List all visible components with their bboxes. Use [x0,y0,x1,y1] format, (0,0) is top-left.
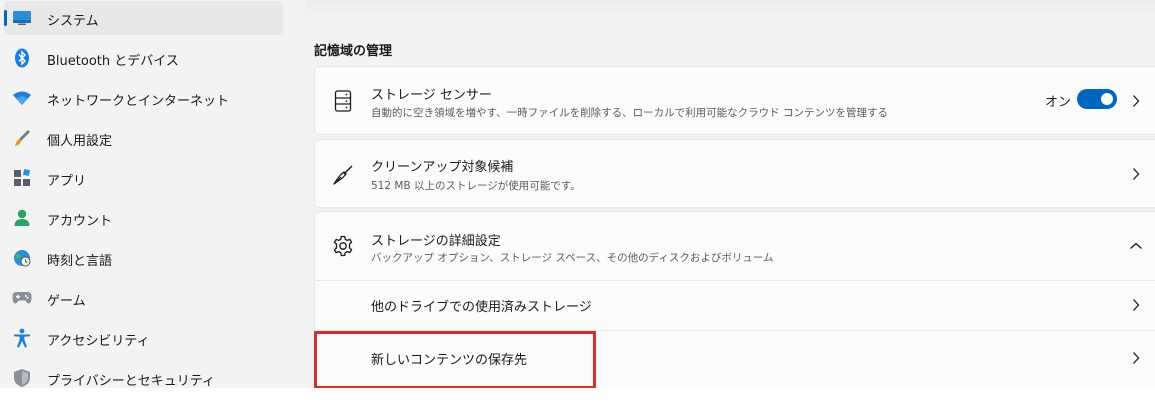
toggle-knob [1101,93,1113,105]
subitem-label: 新しいコンテンツの保存先 [371,353,528,368]
sidebar-item-label: アクセシビリティ [47,334,150,349]
gear-icon [331,234,355,258]
wifi-icon [12,88,32,108]
chevron-right-icon [1129,298,1143,312]
chevron-right-icon [1129,94,1143,108]
advanced-storage-settings-header[interactable]: ストレージの詳細設定 バックアップ オプション、ストレージ スペース、その他のデ… [314,211,1155,280]
sidebar-item-label: システム [47,14,99,29]
sidebar-item-label: Bluetooth とデバイス [47,54,179,69]
selection-indicator [4,10,7,26]
sidebar-item-system[interactable]: システム [4,1,283,35]
storage-sense-title: ストレージ センサー [371,88,492,103]
shield-icon [12,368,32,388]
cleanup-recommendations-card[interactable]: クリーンアップ対象候補 512 MB 以上のストレージが使用可能です。 [314,139,1155,208]
storage-drive-icon [331,89,355,113]
chevron-up-icon [1129,239,1143,253]
where-new-content-is-saved-item[interactable]: 新しいコンテンツの保存先 [314,331,1155,388]
sidebar-item-network[interactable]: ネットワークとインターネット [4,81,283,115]
sidebar-item-label: プライバシーとセキュリティ [47,374,215,389]
apps-icon [12,168,32,188]
storage-sense-description: 自動的に空き領域を増やす、一時ファイルを削除する、ローカルで利用可能なクラウド … [371,107,888,119]
storage-sense-toggle[interactable] [1077,89,1117,109]
sidebar-item-label: 時刻と言語 [47,254,113,269]
cleanup-description: 512 MB 以上のストレージが使用可能です。 [371,180,581,192]
sidebar-item-accessibility[interactable]: アクセシビリティ [4,321,283,355]
sidebar-item-label: アカウント [47,214,113,229]
account-icon [12,208,32,228]
sidebar-item-apps[interactable]: アプリ [4,161,283,195]
sidebar-item-label: ネットワークとインターネット [47,94,230,109]
advanced-storage-description: バックアップ オプション、ストレージ スペース、その他のディスクおよびボリューム [371,252,774,264]
sidebar-item-label: 個人用設定 [47,134,113,149]
gamepad-icon [12,288,32,308]
sidebar-item-time-language[interactable]: 時刻と言語 [4,241,283,275]
bottom-edge [0,388,1155,404]
cleanup-title: クリーンアップ対象候補 [371,160,514,175]
chevron-right-icon [1129,351,1143,365]
section-title: 記憶域の管理 [314,44,393,59]
sidebar-item-gaming[interactable]: ゲーム [4,281,283,315]
broom-icon [331,163,355,187]
storage-used-on-other-drives-item[interactable]: 他のドライブでの使用済みストレージ [314,281,1155,330]
toggle-state-label: オン [1044,95,1071,110]
sidebar-item-accounts[interactable]: アカウント [4,201,283,235]
chevron-right-icon [1129,167,1143,181]
system-monitor-icon [12,8,32,28]
paintbrush-icon [12,128,32,148]
advanced-storage-title: ストレージの詳細設定 [371,234,501,249]
time-language-icon [12,248,32,268]
storage-sense-card[interactable]: ストレージ センサー 自動的に空き領域を増やす、一時ファイルを削除する、ローカル… [314,66,1155,135]
sidebar-item-label: アプリ [47,174,87,189]
accessibility-icon [12,328,32,348]
sidebar-item-label: ゲーム [47,294,86,309]
subitem-label: 他のドライブでの使用済みストレージ [371,300,592,315]
sidebar: システム Bluetooth とデバイス ネットワークとインターネット 個人用設… [0,0,290,404]
header-fade [305,0,1155,18]
sidebar-item-bluetooth[interactable]: Bluetooth とデバイス [4,41,283,75]
sidebar-item-personalization[interactable]: 個人用設定 [4,121,283,155]
bluetooth-icon [12,48,32,68]
